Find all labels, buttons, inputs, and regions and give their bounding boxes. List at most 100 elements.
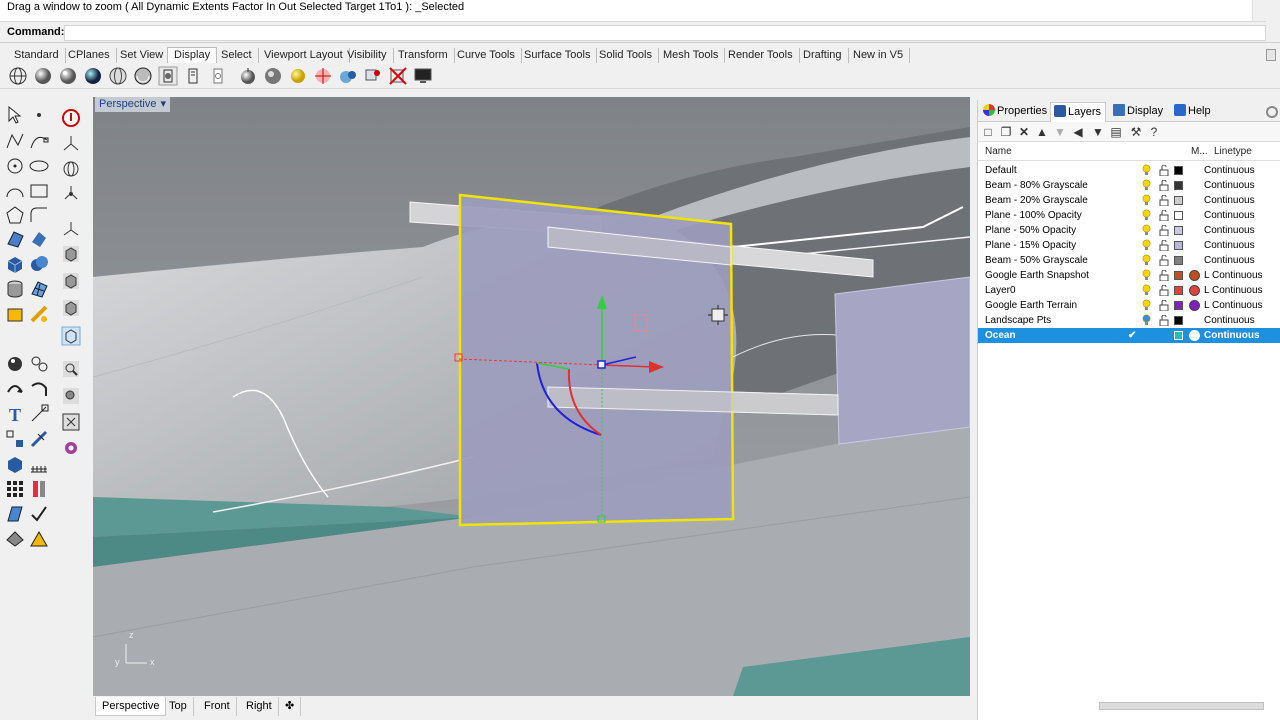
panel-tab-help[interactable]: Help	[1171, 102, 1215, 122]
osnap-icon[interactable]	[60, 107, 82, 129]
solid-box-icon[interactable]	[4, 453, 26, 475]
layer-linetype[interactable]: Continuous	[1204, 208, 1255, 223]
layer-lock-icon[interactable]	[1159, 165, 1169, 176]
tab-surface-tools[interactable]: Surface Tools	[518, 48, 598, 63]
clipping-plane-icon[interactable]	[363, 66, 383, 86]
zoom-extents-icon[interactable]	[60, 358, 82, 380]
circle-icon[interactable]	[4, 155, 26, 177]
point-icon[interactable]	[28, 104, 50, 126]
vp-tab-front[interactable]: Front	[198, 697, 237, 716]
layer-lock-icon[interactable]	[1159, 285, 1169, 296]
arc-icon[interactable]	[4, 180, 26, 202]
layer-material-icon[interactable]	[1189, 270, 1200, 281]
layer-visible-bulb-icon[interactable]	[1142, 299, 1151, 311]
tab-standard[interactable]: Standard	[8, 48, 66, 63]
command-input[interactable]	[64, 25, 1266, 41]
layer-lock-icon[interactable]	[1159, 315, 1169, 326]
cplane-axis-icon[interactable]	[60, 133, 82, 155]
pen-mode-icon[interactable]	[183, 66, 203, 86]
material-icon[interactable]	[4, 528, 26, 550]
delete-layer-icon[interactable]: ✕	[1017, 125, 1031, 139]
layer-visible-bulb-icon[interactable]	[1142, 284, 1151, 296]
extrude-icon[interactable]	[28, 228, 50, 250]
tab-new-in-v5[interactable]: New in V5	[847, 48, 911, 63]
array-grid-icon[interactable]	[28, 453, 50, 475]
tab-transform[interactable]: Transform	[392, 48, 455, 63]
shade-object-icon[interactable]	[238, 66, 258, 86]
layer-visible-bulb-icon[interactable]	[1142, 209, 1151, 221]
layer-linetype[interactable]: Continuous	[1204, 253, 1255, 268]
tab-set-view[interactable]: Set View	[114, 48, 171, 63]
rendered-sphere-icon[interactable]	[58, 66, 78, 86]
command-history-scrollbar[interactable]	[1252, 0, 1266, 21]
environment-icon[interactable]	[338, 66, 358, 86]
layer-row[interactable]: Google Earth Snapshot L Continuous	[978, 268, 1280, 283]
xray-sphere-icon[interactable]	[108, 66, 128, 86]
tab-cplanes[interactable]: CPlanes	[62, 48, 117, 63]
points-on-icon[interactable]	[28, 352, 50, 374]
set-cplane-icon[interactable]	[60, 218, 82, 240]
sphere-wire-icon[interactable]	[60, 158, 82, 180]
layer-color-swatch[interactable]	[1174, 181, 1183, 190]
toolbar-options-icon[interactable]	[1266, 49, 1276, 61]
layer-row[interactable]: Beam - 80% Grayscale Continuous	[978, 178, 1280, 193]
shaded-sphere-icon[interactable]	[33, 66, 53, 86]
view-right-icon[interactable]	[60, 297, 82, 319]
ghosted-sphere-icon[interactable]	[83, 66, 103, 86]
layer-lock-icon[interactable]	[1159, 270, 1169, 281]
layer-linetype[interactable]: Continuous	[1204, 238, 1255, 253]
layer-color-swatch[interactable]	[1174, 166, 1183, 175]
viewport-menu-icon[interactable]: ▾	[160, 97, 166, 112]
split-icon[interactable]	[4, 503, 26, 525]
layer-color-swatch[interactable]	[1174, 196, 1183, 205]
layer-lock-icon[interactable]	[1159, 255, 1169, 266]
zoom-selected-icon[interactable]	[60, 411, 82, 433]
rotate-icon[interactable]	[28, 378, 50, 400]
tab-curve-tools[interactable]: Curve Tools	[451, 48, 522, 63]
layer-row[interactable]: Google Earth Terrain L Continuous	[978, 298, 1280, 313]
layer-row[interactable]: Plane - 15% Opacity Continuous	[978, 238, 1280, 253]
layer-visible-bulb-icon[interactable]	[1142, 254, 1151, 266]
layer-linetype[interactable]: Continuous	[1204, 223, 1255, 238]
current-layer-check-icon[interactable]: ✔	[1128, 328, 1136, 343]
layer-color-swatch[interactable]	[1174, 301, 1183, 310]
box-icon[interactable]	[4, 253, 26, 275]
layer-linetype[interactable]: Continuous	[1204, 163, 1255, 178]
vp-tab-perspective[interactable]: Perspective	[95, 697, 167, 716]
layer-help-icon[interactable]: ?	[1147, 125, 1161, 139]
layer-linetype[interactable]: Continuous	[1204, 313, 1255, 328]
layer-lock-icon[interactable]	[1159, 195, 1169, 206]
layer-color-swatch[interactable]	[1174, 226, 1183, 235]
vp-tab-right[interactable]: Right	[240, 697, 279, 716]
header-material[interactable]: M...	[1191, 146, 1208, 157]
tab-viewport-layout[interactable]: Viewport Layout	[258, 48, 350, 63]
render-icon[interactable]	[28, 303, 50, 325]
perspective-viewport[interactable]: z y x	[93, 97, 970, 696]
layer-visible-bulb-icon[interactable]	[1142, 239, 1151, 251]
gumball-icon[interactable]	[60, 183, 82, 205]
layer-row[interactable]: Ocean ✔ Continuous	[978, 328, 1280, 343]
analyze-icon[interactable]	[4, 303, 26, 325]
layer-material-icon[interactable]	[1189, 300, 1200, 311]
polygon-icon[interactable]	[4, 204, 26, 226]
new-sublayer-icon[interactable]: ❐	[999, 125, 1013, 139]
hide-clipping-icon[interactable]	[388, 66, 408, 86]
layer-row[interactable]: Landscape Pts Continuous	[978, 313, 1280, 328]
panel-settings-gear-icon[interactable]	[1266, 106, 1278, 118]
zoom-window-icon[interactable]	[60, 385, 82, 407]
surface-corner-icon[interactable]	[4, 228, 26, 250]
array-icon[interactable]	[4, 428, 26, 450]
layer-color-swatch[interactable]	[1174, 256, 1183, 265]
dimension-icon[interactable]	[28, 403, 50, 425]
options-gear-icon[interactable]	[60, 437, 82, 459]
layer-linetype[interactable]: Continuous	[1204, 193, 1255, 208]
layer-lock-icon[interactable]	[1159, 225, 1169, 236]
move-to-parent-icon[interactable]: ◀	[1071, 125, 1085, 139]
move-down-icon[interactable]: ▼	[1053, 125, 1067, 139]
tab-display[interactable]: Display	[167, 47, 218, 63]
group-icon[interactable]	[4, 352, 26, 374]
layer-visible-bulb-icon[interactable]	[1142, 269, 1151, 281]
cylinder-icon[interactable]	[4, 278, 26, 300]
view-top-icon[interactable]	[60, 243, 82, 265]
layer-visible-bulb-icon[interactable]	[1142, 164, 1151, 176]
